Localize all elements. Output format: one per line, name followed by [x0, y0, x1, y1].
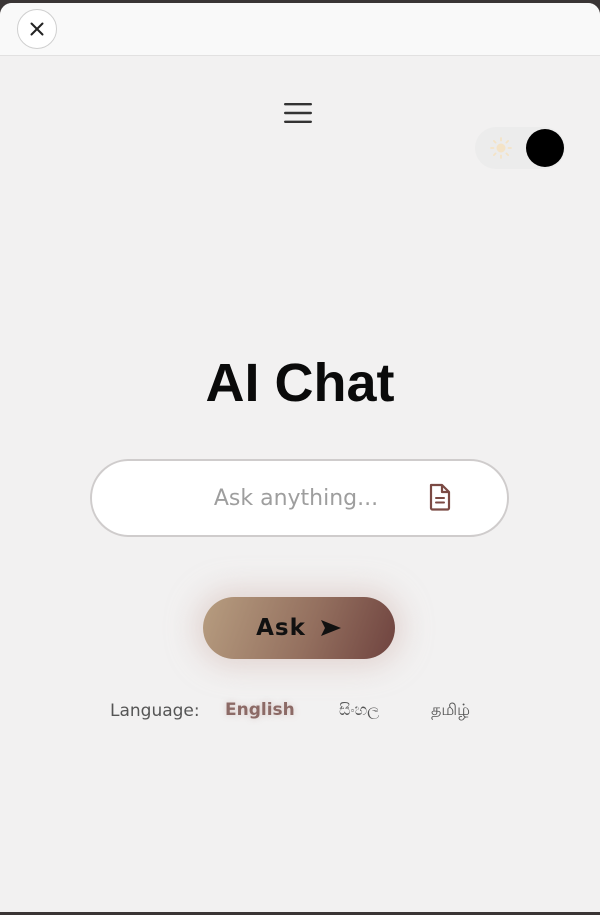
sun-icon	[490, 137, 512, 159]
attach-document-button[interactable]	[428, 483, 456, 513]
send-arrow-icon	[320, 620, 341, 636]
language-option-tamil[interactable]: தமிழ்	[431, 700, 470, 721]
hamburger-menu-icon	[284, 103, 312, 123]
theme-toggle[interactable]	[475, 127, 565, 169]
language-selector: Language: English සිංහල தமிழ்	[0, 696, 600, 726]
language-label: Language:	[110, 701, 200, 721]
language-option-english[interactable]: English	[225, 700, 295, 720]
top-bar	[0, 3, 600, 56]
close-icon	[30, 22, 44, 36]
menu-button[interactable]	[282, 98, 314, 128]
toggle-knob[interactable]	[526, 129, 564, 167]
search-box	[90, 459, 509, 537]
close-button[interactable]	[17, 9, 57, 49]
app-window: AI Chat Ask Language: English සිංහල தமிழ…	[0, 3, 600, 912]
search-input[interactable]	[120, 461, 420, 535]
page-title: AI Chat	[205, 353, 395, 413]
ask-button-label: Ask	[256, 615, 306, 641]
language-option-sinhala[interactable]: සිංහල	[339, 700, 379, 720]
ask-button[interactable]: Ask	[203, 597, 395, 659]
document-icon	[429, 483, 451, 511]
